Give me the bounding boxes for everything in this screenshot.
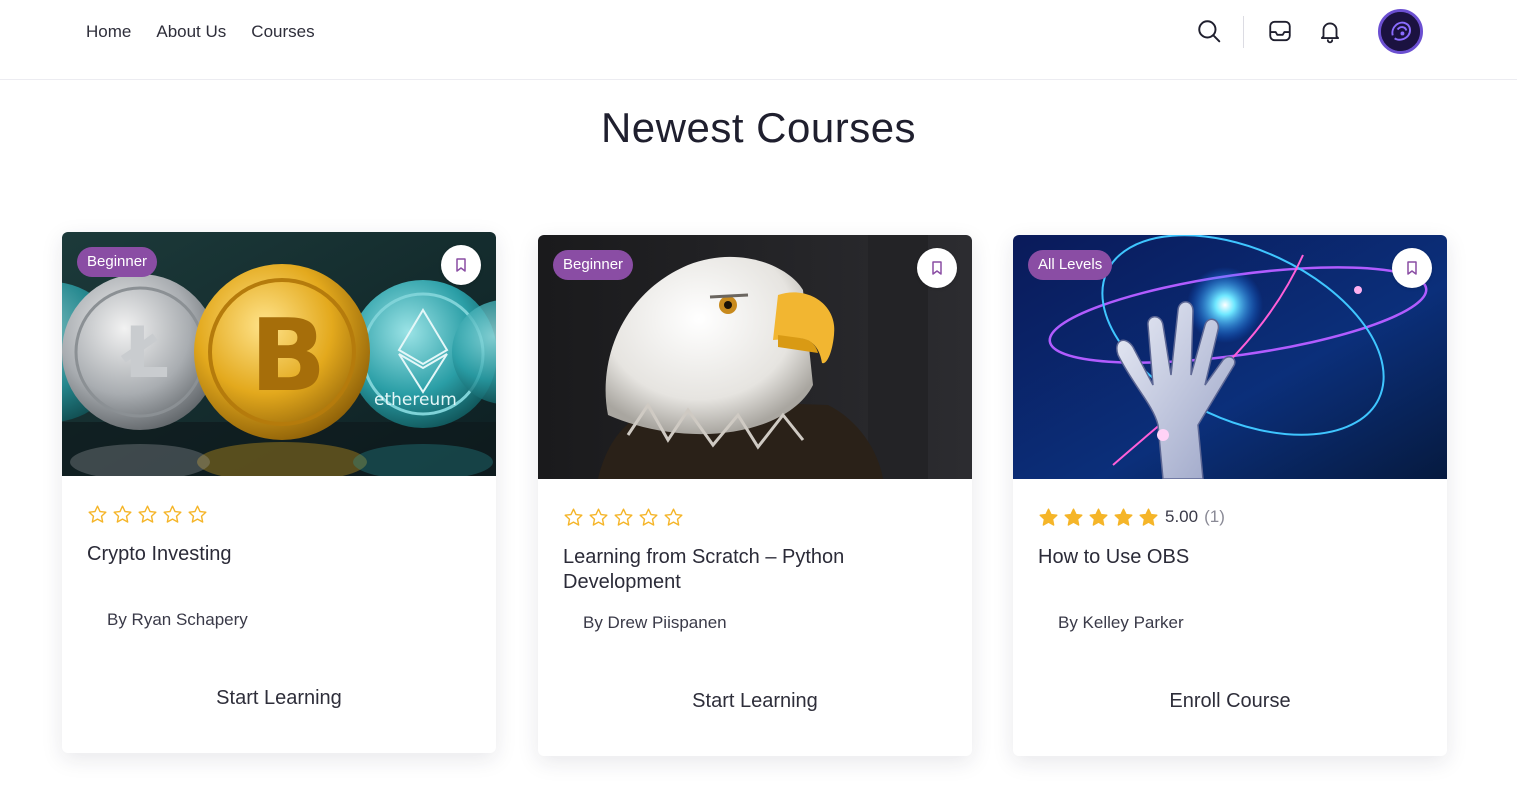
course-thumbnail[interactable]: Beginner bbox=[538, 235, 972, 479]
star-outline-icon bbox=[188, 504, 207, 523]
course-card[interactable]: All Levels 5.00 (1) How to Use OBS By Ke… bbox=[1013, 235, 1447, 756]
search-icon[interactable] bbox=[1194, 16, 1224, 46]
star-outline-icon bbox=[589, 507, 608, 526]
user-avatar[interactable] bbox=[1378, 9, 1423, 54]
header-divider bbox=[1243, 16, 1244, 48]
course-thumbnail[interactable]: All Levels bbox=[1013, 235, 1447, 479]
course-card[interactable]: Beginner Learning from Scratch – Python … bbox=[538, 235, 972, 756]
star-outline-icon bbox=[88, 504, 107, 523]
stars bbox=[563, 507, 684, 528]
course-card[interactable]: Ł ethereum B Beginner Crypto Investing B… bbox=[62, 232, 496, 753]
star-rating: 5.00 (1) bbox=[1038, 505, 1422, 529]
star-outline-icon bbox=[664, 507, 683, 526]
star-filled-icon bbox=[1039, 507, 1058, 526]
stars bbox=[87, 504, 208, 525]
nav-home-link[interactable]: Home bbox=[86, 20, 131, 44]
course-author: By Ryan Schapery bbox=[107, 610, 248, 629]
start-learning-button[interactable]: Start Learning bbox=[538, 690, 972, 713]
top-navigation-bar: Home About Us Courses bbox=[0, 0, 1517, 80]
nav-about-us-link[interactable]: About Us bbox=[156, 20, 226, 44]
section-title: Newest Courses bbox=[600, 104, 917, 151]
star-filled-icon bbox=[1064, 507, 1083, 526]
star-rating bbox=[87, 502, 471, 526]
bookmark-icon[interactable] bbox=[441, 245, 481, 285]
level-badge: Beginner bbox=[77, 247, 158, 277]
rating-value: 5.00 bbox=[1165, 507, 1199, 526]
start-learning-button[interactable]: Start Learning bbox=[62, 687, 496, 710]
bookmark-icon[interactable] bbox=[917, 248, 957, 288]
level-badge: Beginner bbox=[553, 250, 634, 280]
bookmark-icon[interactable] bbox=[1392, 248, 1432, 288]
star-filled-icon bbox=[1139, 507, 1158, 526]
star-outline-icon bbox=[614, 507, 633, 526]
course-author: By Kelley Parker bbox=[1058, 613, 1184, 632]
svg-text:Ł: Ł bbox=[120, 312, 169, 394]
bell-icon[interactable] bbox=[1315, 16, 1345, 46]
star-filled-icon bbox=[1114, 507, 1133, 526]
course-title[interactable]: How to Use OBS bbox=[1038, 545, 1422, 595]
enroll-course-button[interactable]: Enroll Course bbox=[1013, 690, 1447, 713]
star-outline-icon bbox=[564, 507, 583, 526]
svg-text:B: B bbox=[250, 297, 326, 414]
course-author: By Drew Piispanen bbox=[583, 613, 727, 632]
star-outline-icon bbox=[113, 504, 132, 523]
stars bbox=[1038, 507, 1159, 528]
star-outline-icon bbox=[138, 504, 157, 523]
level-badge: All Levels bbox=[1028, 250, 1113, 280]
star-outline-icon bbox=[163, 504, 182, 523]
course-thumbnail[interactable]: Ł ethereum B Beginner bbox=[62, 232, 496, 476]
star-filled-icon bbox=[1089, 507, 1108, 526]
star-outline-icon bbox=[639, 507, 658, 526]
svg-text:ethereum: ethereum bbox=[374, 390, 457, 410]
rating-count: (1) bbox=[1204, 507, 1225, 526]
inbox-icon[interactable] bbox=[1265, 16, 1295, 46]
main-nav: Home About Us Courses bbox=[86, 20, 315, 44]
course-title[interactable]: Crypto Investing bbox=[87, 542, 471, 592]
star-rating bbox=[563, 505, 947, 529]
course-title[interactable]: Learning from Scratch – Python Developme… bbox=[563, 545, 947, 595]
nav-courses-link[interactable]: Courses bbox=[251, 20, 314, 44]
